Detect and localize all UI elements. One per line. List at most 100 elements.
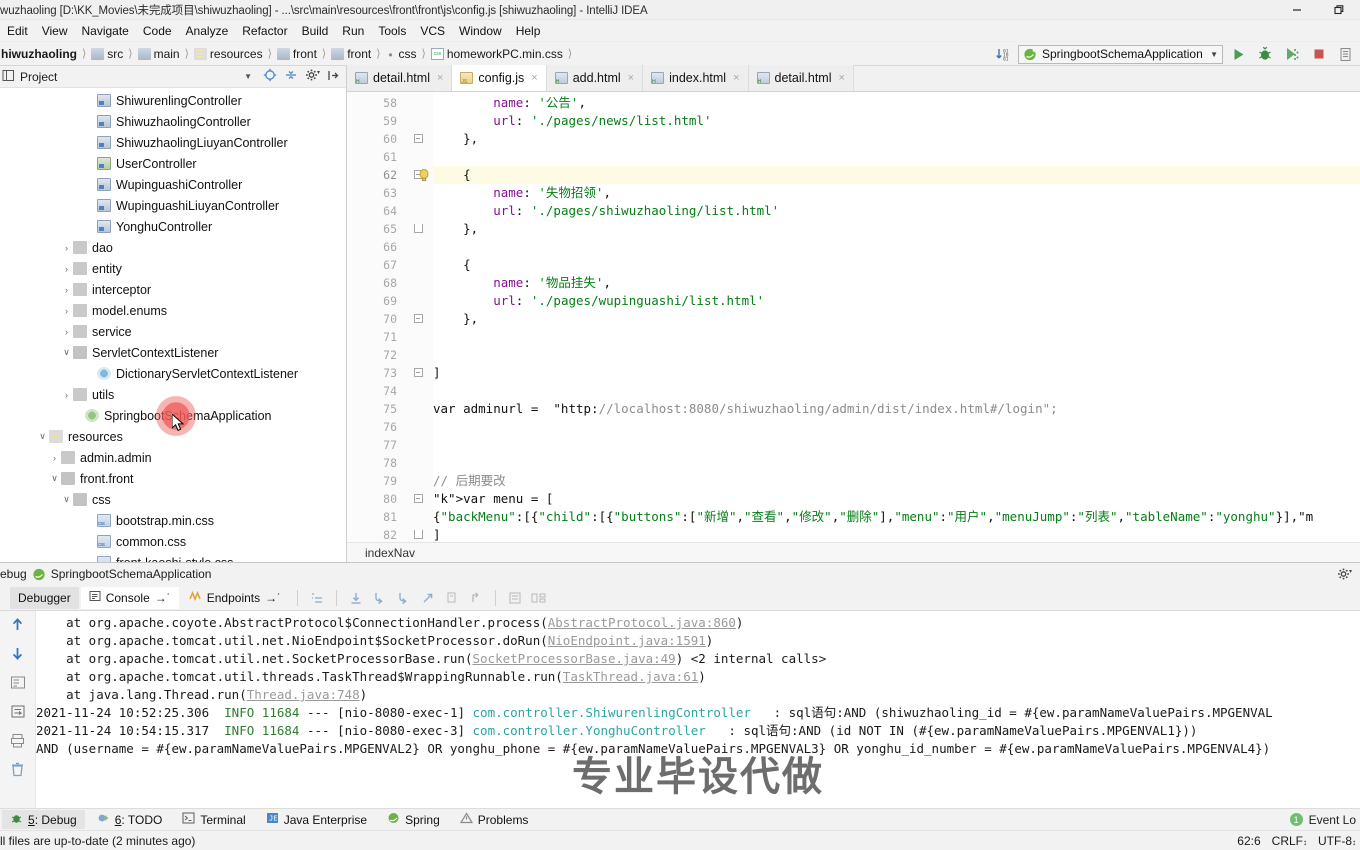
fold-marker[interactable] [403,292,433,310]
code-line[interactable]: ] [433,526,1360,542]
code-line[interactable] [433,436,1360,454]
fold-marker[interactable] [403,328,433,346]
tree-node[interactable]: DictionaryServletContextListener [0,363,346,384]
tree-expand-arrow[interactable]: › [60,327,73,337]
fold-marker[interactable] [403,526,433,542]
fold-marker[interactable] [403,94,433,112]
console-stack-line[interactable]: at org.apache.tomcat.util.threads.TaskTh… [36,668,1360,686]
stack-link[interactable]: AbstractProtocol.java:860 [548,615,736,630]
tree-node[interactable]: › admin.admin [0,447,346,468]
tree-node[interactable]: ∨ front.front [0,468,346,489]
close-icon[interactable]: × [628,72,634,84]
breadcrumb-item-project[interactable]: hiwuzhaoling [0,47,78,61]
tree-node[interactable]: front-kaoshi-style.css [0,552,346,562]
fold-marker[interactable]: − [403,490,433,508]
tab-console[interactable]: Console →˙ [80,586,179,609]
fold-marker[interactable] [403,400,433,418]
tool-window-todo[interactable]: 6: TODO [89,810,171,829]
menu-item-build[interactable]: Build [295,22,336,40]
editor-tab-add-html[interactable]: add.html × [546,65,644,91]
code-line[interactable]: var adminurl = "http://localhost:8080/sh… [433,400,1360,418]
tree-node[interactable]: ShiwurenlingController [0,90,346,111]
fold-marker[interactable] [403,220,433,238]
fold-marker[interactable] [403,238,433,256]
stack-link[interactable]: SocketProcessorBase.java:49 [473,651,676,666]
stack-link[interactable]: Thread.java:748 [247,687,360,702]
code-line[interactable] [433,382,1360,400]
tree-node[interactable]: ShiwuzhaolingLiuyanController [0,132,346,153]
editor-tab-detail-html[interactable]: detail.html × [748,65,854,91]
gear-icon[interactable]: ▾ [1337,567,1352,584]
restore-icon[interactable] [1318,0,1360,20]
tree-expand-arrow[interactable]: › [60,264,73,274]
tab-endpoints[interactable]: Endpoints →˙ [181,587,289,609]
breadcrumb-item-front-2[interactable]: front [330,47,372,61]
run-configuration-selector[interactable]: SpringbootSchemaApplication ▼ [1018,44,1223,64]
editor-tab-detail-html[interactable]: detail.html × [347,65,453,91]
fold-marker[interactable] [403,454,433,472]
breadcrumb-item-main[interactable]: main [137,47,181,61]
code-line[interactable]: { [433,166,1360,184]
code-line[interactable]: name: '失物招领', [433,184,1360,202]
code-content[interactable]: name: '公告', url: './pages/news/list.html… [433,92,1360,542]
breadcrumb-item-resources[interactable]: resources [193,47,264,61]
fold-marker[interactable] [403,472,433,490]
tree-expand-arrow[interactable]: › [48,453,61,463]
minimize-icon[interactable] [1276,0,1318,20]
menu-item-view[interactable]: View [35,22,75,40]
file-encoding[interactable]: UTF-8↕ [1318,834,1356,848]
gear-icon[interactable]: ▾ [305,68,320,85]
tree-node[interactable]: UserController [0,153,346,174]
editor-breadcrumb[interactable]: indexNav [347,542,1360,562]
code-line[interactable]: name: '物品挂失', [433,274,1360,292]
step-over-icon[interactable] [345,588,367,608]
tree-node[interactable]: YonghuController [0,216,346,237]
menu-item-vcs[interactable]: VCS [413,22,452,40]
caret-position[interactable]: 62:6 [1237,834,1260,848]
fold-marker[interactable] [403,184,433,202]
print-subscribed-icon[interactable] [10,675,26,693]
editor-tab-config-js[interactable]: config.js × [452,65,547,91]
fold-marker[interactable]: − [403,310,433,328]
breadcrumb-item-front-1[interactable]: front [276,47,318,61]
fold-marker[interactable] [403,148,433,166]
step-out-icon[interactable] [417,588,439,608]
fold-marker[interactable] [403,436,433,454]
menu-item-tools[interactable]: Tools [371,22,413,40]
run-button[interactable] [1226,43,1250,65]
breadcrumb-item-src[interactable]: src [90,47,124,61]
line-separator[interactable]: CRLF↕ [1272,834,1307,848]
console-output[interactable]: at org.apache.coyote.AbstractProtocol$Co… [0,611,1360,808]
fold-marker[interactable] [403,274,433,292]
fold-marker[interactable] [403,508,433,526]
fold-marker[interactable] [403,346,433,364]
code-line[interactable] [433,238,1360,256]
collapse-all-icon[interactable] [284,68,298,85]
breadcrumb-item-css[interactable]: • css [385,47,418,62]
tool-window-java-enterprise[interactable]: JE Java Enterprise [258,810,375,829]
tree-node[interactable]: ShiwuzhaolingController [0,111,346,132]
tree-node[interactable]: ∨ css [0,489,346,510]
code-line[interactable]: // 后期要改 [433,472,1360,490]
tree-node[interactable]: › interceptor [0,279,346,300]
tree-node[interactable]: › model.enums [0,300,346,321]
menu-item-navigate[interactable]: Navigate [74,22,135,40]
code-line[interactable] [433,418,1360,436]
tool-window-debug[interactable]: 5: Debug [2,810,85,829]
soft-wrap-console-icon[interactable] [10,704,26,722]
menu-item-refactor[interactable]: Refactor [235,22,294,40]
code-line[interactable]: url: './pages/news/list.html' [433,112,1360,130]
clear-all-icon[interactable] [10,762,25,780]
console-stack-line[interactable]: at org.apache.coyote.AbstractProtocol$Co… [36,614,1360,632]
code-line[interactable]: }, [433,220,1360,238]
code-line[interactable]: "k">var menu = [ [433,490,1360,508]
code-line[interactable] [433,148,1360,166]
close-icon[interactable]: × [839,72,845,84]
intention-bulb-icon[interactable] [417,168,431,182]
tree-node[interactable]: bootstrap.min.css [0,510,346,531]
tree-expand-arrow[interactable]: ∨ [60,347,73,358]
hide-panel-icon[interactable] [327,69,340,85]
menu-item-help[interactable]: Help [509,22,548,40]
code-editor[interactable]: 58 59 60 61 62 63 64 65 66 67 68 69 70 71 72 73 74 75 76 77… [347,92,1360,542]
update-application-icon[interactable]: 01 10 01 [991,43,1015,65]
